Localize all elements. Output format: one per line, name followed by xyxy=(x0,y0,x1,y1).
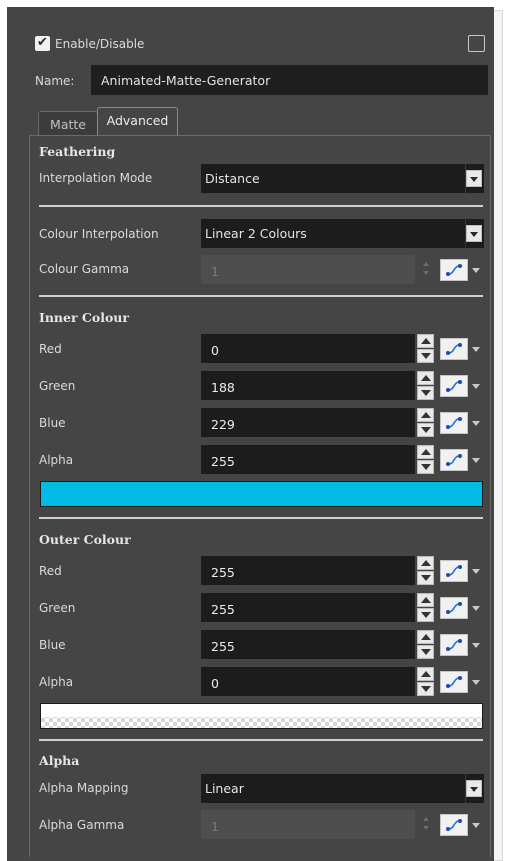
outer-colour-swatch[interactable] xyxy=(40,703,483,729)
chevron-down-icon[interactable] xyxy=(472,820,482,830)
function-curve-icon[interactable] xyxy=(440,560,468,582)
separator xyxy=(39,517,483,519)
outer-blue-field[interactable]: 255 xyxy=(201,630,415,659)
function-curve-icon[interactable] xyxy=(440,814,468,836)
checkmark-icon: ✔ xyxy=(37,35,48,50)
alpha-mapping-select[interactable]: Linear xyxy=(201,774,484,803)
chevron-down-icon[interactable] xyxy=(472,344,482,354)
spin-arrows-icon[interactable] xyxy=(417,334,434,363)
interpolation-mode-label: Interpolation Mode xyxy=(39,171,153,185)
chevron-down-icon[interactable] xyxy=(466,170,482,187)
colour-gamma-label: Colour Gamma xyxy=(39,262,130,276)
inner-blue-label: Blue xyxy=(39,416,66,430)
chevron-down-icon[interactable] xyxy=(472,566,482,576)
inner-alpha-field[interactable]: 255 xyxy=(201,445,415,474)
spin-arrows-icon xyxy=(417,810,434,839)
chevron-down-icon[interactable] xyxy=(466,225,482,242)
enable-checkbox[interactable]: ✔ xyxy=(35,35,50,51)
function-curve-icon[interactable] xyxy=(440,259,468,281)
separator xyxy=(39,205,483,207)
function-curve-icon[interactable] xyxy=(440,412,468,434)
tab-matte[interactable]: Matte xyxy=(38,111,98,136)
function-curve-icon[interactable] xyxy=(440,671,468,693)
chevron-down-icon[interactable] xyxy=(472,603,482,613)
alpha-gamma-label: Alpha Gamma xyxy=(39,818,125,832)
outer-alpha-label: Alpha xyxy=(39,675,74,689)
feathering-header: Feathering xyxy=(39,144,116,159)
colour-interpolation-label: Colour Interpolation xyxy=(39,227,159,241)
function-curve-icon[interactable] xyxy=(440,634,468,656)
tab-advanced[interactable]: Advanced xyxy=(97,107,178,135)
separator xyxy=(39,295,483,297)
interpolation-mode-value: Distance xyxy=(205,171,260,186)
inner-blue-field[interactable]: 229 xyxy=(201,408,415,437)
inner-red-field[interactable]: 0 xyxy=(201,334,415,363)
outer-green-field[interactable]: 255 xyxy=(201,593,415,622)
function-curve-icon[interactable] xyxy=(440,449,468,471)
separator xyxy=(39,739,483,741)
inner-red-label: Red xyxy=(39,342,62,356)
alpha-mapping-value: Linear xyxy=(205,781,244,796)
spin-arrows-icon[interactable] xyxy=(417,445,434,474)
outer-alpha-field[interactable]: 0 xyxy=(201,667,415,696)
chevron-down-icon[interactable] xyxy=(472,455,482,465)
interpolation-mode-select[interactable]: Distance xyxy=(201,164,484,193)
inner-colour-header: Inner Colour xyxy=(39,310,129,325)
alpha-gamma-field: 1 xyxy=(201,810,415,839)
colour-interpolation-select[interactable]: Linear 2 Colours xyxy=(201,219,484,248)
outer-red-label: Red xyxy=(39,564,62,578)
chevron-down-icon[interactable] xyxy=(472,418,482,428)
outer-red-field[interactable]: 255 xyxy=(201,556,415,585)
spin-arrows-icon[interactable] xyxy=(417,630,434,659)
colour-gamma-field: 1 xyxy=(201,255,415,284)
spin-arrows-icon[interactable] xyxy=(417,593,434,622)
spin-arrows-icon[interactable] xyxy=(417,556,434,585)
spin-arrows-icon[interactable] xyxy=(417,667,434,696)
outer-green-label: Green xyxy=(39,601,76,615)
function-curve-icon[interactable] xyxy=(440,597,468,619)
colour-interpolation-value: Linear 2 Colours xyxy=(205,226,307,241)
chevron-down-icon[interactable] xyxy=(472,640,482,650)
spin-arrows-icon xyxy=(417,255,434,284)
inner-alpha-label: Alpha xyxy=(39,453,74,467)
alpha-mapping-label: Alpha Mapping xyxy=(39,781,129,795)
name-label: Name: xyxy=(35,74,75,88)
chevron-down-icon[interactable] xyxy=(472,677,482,687)
outer-colour-header: Outer Colour xyxy=(39,532,131,547)
extra-checkbox[interactable] xyxy=(468,35,485,52)
alpha-header: Alpha xyxy=(39,753,80,768)
chevron-down-icon[interactable] xyxy=(466,780,482,797)
name-field[interactable]: Animated-Matte-Generator xyxy=(91,65,488,95)
function-curve-icon[interactable] xyxy=(440,375,468,397)
chevron-down-icon[interactable] xyxy=(472,381,482,391)
chevron-down-icon[interactable] xyxy=(472,265,482,275)
spin-arrows-icon[interactable] xyxy=(417,371,434,400)
inner-colour-swatch[interactable] xyxy=(40,481,483,507)
inner-green-field[interactable]: 188 xyxy=(201,371,415,400)
outer-blue-label: Blue xyxy=(39,638,66,652)
inner-green-label: Green xyxy=(39,379,76,393)
layer-properties-panel: ✔ Enable/Disable Name: Animated-Matte-Ge… xyxy=(7,7,494,861)
enable-label: Enable/Disable xyxy=(55,37,145,51)
function-curve-icon[interactable] xyxy=(440,338,468,360)
spin-arrows-icon[interactable] xyxy=(417,408,434,437)
